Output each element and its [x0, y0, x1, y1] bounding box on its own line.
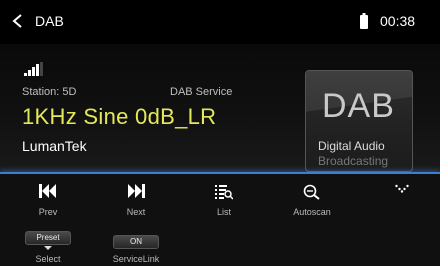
- prev-icon: [39, 184, 56, 198]
- top-bar: DAB 00:38: [0, 0, 440, 44]
- dab-logo: DAB Digital Audio Broadcasting: [305, 70, 413, 172]
- prev-button[interactable]: Prev: [18, 174, 78, 222]
- station-label: Station: 5D: [22, 86, 77, 98]
- app-title: DAB: [35, 13, 64, 29]
- next-label: Next: [126, 207, 146, 217]
- servicelink-toggle[interactable]: ON: [113, 235, 159, 249]
- battery-icon: [360, 13, 368, 29]
- clock: 00:38: [380, 13, 416, 29]
- next-button[interactable]: Next: [106, 174, 166, 222]
- track-title: 1KHz Sine 0dB_LR: [22, 104, 217, 129]
- autoscan-label: Autoscan: [293, 207, 331, 217]
- back-icon[interactable]: [11, 13, 25, 29]
- signal-strength-icon: [24, 62, 43, 76]
- prev-label: Prev: [38, 207, 58, 217]
- autoscan-button[interactable]: Autoscan: [282, 174, 342, 222]
- list-icon: [215, 185, 233, 200]
- list-button[interactable]: List: [194, 174, 254, 222]
- more-button[interactable]: [372, 174, 432, 222]
- now-playing-panel: Station: 5D DAB Service 1KHz Sine 0dB_LR…: [0, 44, 440, 172]
- servicelink-label: ServiceLink: [112, 254, 160, 264]
- chevron-down-icon: [395, 184, 409, 193]
- autoscan-icon: [303, 184, 320, 200]
- artist-name: LumanTek: [22, 138, 87, 154]
- dab-logo-line1: Digital Audio: [318, 139, 385, 153]
- preset-button[interactable]: Preset: [25, 231, 71, 245]
- control-bar: Prev Next List Autoscan Preset Select ON…: [0, 174, 440, 266]
- dab-logo-text: DAB: [322, 87, 395, 125]
- preset-caret-icon: [44, 246, 52, 250]
- next-icon: [128, 184, 145, 198]
- select-label: Select: [35, 254, 61, 264]
- list-label: List: [216, 207, 231, 217]
- dab-logo-line2: Broadcasting: [318, 154, 389, 168]
- service-label: DAB Service: [170, 86, 233, 98]
